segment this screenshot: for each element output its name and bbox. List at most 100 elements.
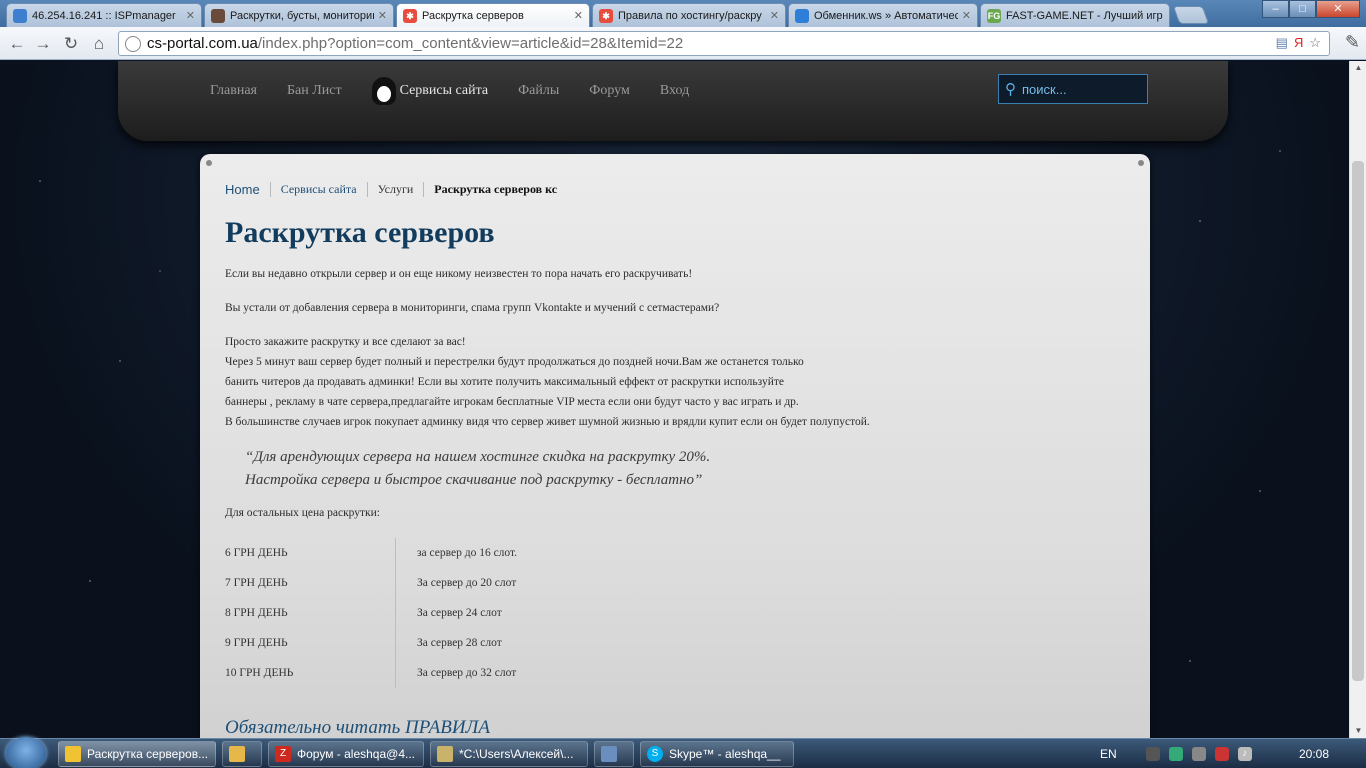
search-box[interactable]: ⚲ поиск... (998, 74, 1148, 104)
globe-icon (125, 35, 141, 52)
windows-taskbar: Раскрутка серверов... Z Форум - aleshqa@… (0, 737, 1366, 768)
browser-tab-1[interactable]: 46.254.16.241 :: ISPmanager ✕ (6, 3, 202, 27)
wrench-menu-icon[interactable]: ✎ (1345, 32, 1360, 53)
price-value: 6 ГРН ДЕНЬ (225, 547, 288, 559)
maximize-button[interactable]: □ (1289, 0, 1316, 18)
browser-tab-6[interactable]: FG FAST-GAME.NET - Лучший игр (980, 3, 1170, 27)
details-line: баннеры , рекламу в чате сервера,предлаг… (225, 396, 799, 408)
page-icon[interactable]: ▤ (1276, 35, 1288, 51)
filezilla-icon: Z (275, 746, 291, 762)
rivet-decoration (1138, 160, 1144, 166)
skype-icon: S (647, 746, 663, 762)
taskbar-item-network[interactable] (594, 741, 634, 767)
taskbar-label: *C:\Users\Алексей\... (459, 747, 574, 761)
steam-icon[interactable] (1145, 747, 1160, 761)
paragraph-details: Просто закажите раскрутку и все сделают … (225, 332, 955, 432)
paragraph-intro: Если вы недавно открыли сервер и он еще … (225, 268, 693, 280)
nav-item-forum[interactable]: Форум (589, 83, 630, 99)
paragraph-question: Вы устали от добавления сервера в монито… (225, 302, 720, 314)
close-window-button[interactable]: ✕ (1316, 0, 1360, 18)
network-app-icon (601, 746, 617, 762)
close-tab-icon[interactable]: ✕ (574, 9, 583, 22)
rivet-decoration (206, 160, 212, 166)
quote-line: “Для арендующих сервера на нашем хостинг… (245, 449, 711, 465)
volume-icon[interactable]: ♪ (1237, 747, 1252, 761)
nav-item-services-label: Сервисы сайта (399, 83, 489, 98)
folder-icon (229, 746, 245, 762)
breadcrumb-services[interactable]: Сервисы сайта (271, 182, 368, 197)
site-favicon-icon (211, 8, 225, 23)
clock[interactable]: 20:08 (1299, 747, 1329, 761)
breadcrumb: Home Сервисы сайта Услуги Раскрутка серв… (225, 182, 567, 197)
tab-label: Раскрутки, бусты, мониторинг (230, 9, 374, 22)
browser-tab-3-active[interactable]: ✱ Раскрутка серверов ✕ (396, 3, 590, 27)
nav-item-files[interactable]: Файлы (518, 83, 559, 99)
quote-line: Настройка сервера и быстрое скачивание п… (245, 472, 703, 488)
scroll-down-arrow-icon[interactable]: ▼ (1350, 724, 1366, 738)
nav-item-banlist[interactable]: Бан Лист (287, 83, 342, 99)
yandex-icon[interactable]: Я (1294, 35, 1303, 51)
browser-tab-4[interactable]: ✱ Правила по хостингу/раскру ✕ (592, 3, 786, 27)
details-line: В большинстве случаев игрок покупает адм… (225, 416, 870, 428)
taskbar-item-explorer[interactable] (222, 741, 262, 767)
price-description: За сервер 24 слот (395, 598, 502, 628)
close-tab-icon[interactable]: ✕ (962, 9, 971, 22)
price-row: 6 ГРН ДЕНЬ за сервер до 16 слот. (225, 538, 517, 568)
breadcrumb-uslugi[interactable]: Услуги (368, 182, 425, 197)
tray-app-icon[interactable] (1168, 747, 1183, 761)
tray-app-icon[interactable] (1191, 747, 1206, 761)
system-tray: EN ♪ (1100, 739, 1252, 768)
close-tab-icon[interactable]: ✕ (378, 9, 387, 22)
breadcrumb-home[interactable]: Home (225, 182, 271, 197)
forward-arrow-icon[interactable]: → (32, 33, 54, 55)
bookmark-star-icon[interactable]: ☆ (1309, 35, 1321, 51)
price-table: 6 ГРН ДЕНЬ за сервер до 16 слот. 7 ГРН Д… (225, 538, 517, 688)
url-host: cs-portal.com.ua (147, 35, 258, 52)
home-icon[interactable]: ⌂ (88, 33, 110, 55)
price-description: за сервер до 16 слот. (395, 538, 517, 568)
price-description: За сервер 28 слот (395, 628, 502, 658)
new-tab-button[interactable] (1172, 6, 1210, 24)
taskbar-item-notepad[interactable]: *C:\Users\Алексей\... (430, 741, 588, 767)
article-body: Если вы недавно открыли сервер и он еще … (225, 264, 955, 446)
browser-tab-5[interactable]: Обменник.ws » Автоматичес ✕ (788, 3, 978, 27)
price-description: За сервер до 32 слот (395, 658, 516, 688)
price-row: 9 ГРН ДЕНЬ За сервер 28 слот (225, 628, 517, 658)
close-tab-icon[interactable]: ✕ (186, 9, 195, 22)
details-line: Просто закажите раскрутку и все сделают … (225, 336, 466, 348)
taskbar-label: Раскрутка серверов... (87, 747, 209, 761)
nav-item-login[interactable]: Вход (660, 83, 689, 99)
price-row: 7 ГРН ДЕНЬ За сервер до 20 слот (225, 568, 517, 598)
browser-app-icon (65, 746, 81, 762)
tray-app-icon[interactable] (1214, 747, 1229, 761)
browser-tab-2[interactable]: Раскрутки, бусты, мониторинг ✕ (204, 3, 394, 27)
taskbar-item-browser[interactable]: Раскрутка серверов... (58, 741, 216, 767)
joomla-favicon-icon: ✱ (599, 8, 613, 23)
nav-item-home[interactable]: Главная (210, 83, 257, 99)
close-tab-icon[interactable]: ✕ (770, 9, 779, 22)
taskbar-item-filezilla[interactable]: Z Форум - aleshqa@4... (268, 741, 424, 767)
search-icon: ⚲ (1005, 81, 1016, 98)
scrollbar-thumb[interactable] (1352, 161, 1364, 681)
tab-label: Правила по хостингу/раскру (618, 9, 762, 22)
reload-icon[interactable]: ↻ (60, 33, 82, 55)
price-description: За сервер до 20 слот (395, 568, 516, 598)
exchanger-favicon-icon (795, 8, 809, 23)
language-indicator[interactable]: EN (1100, 747, 1117, 761)
page-title: Раскрутка серверов (225, 216, 495, 249)
search-placeholder[interactable]: поиск... (1022, 82, 1067, 97)
rules-link[interactable]: Обязательно читать ПРАВИЛА (225, 717, 490, 738)
price-value: 9 ГРН ДЕНЬ (225, 637, 288, 649)
back-arrow-icon[interactable]: ← (6, 33, 28, 55)
price-row: 10 ГРН ДЕНЬ За сервер до 32 слот (225, 658, 517, 688)
minimize-button[interactable]: – (1262, 0, 1289, 18)
window-controls: – □ ✕ (1262, 0, 1360, 18)
main-nav: Главная Бан Лист Сервисы сайта Файлы Фор… (210, 77, 689, 105)
scroll-up-arrow-icon[interactable]: ▲ (1350, 61, 1366, 75)
start-button[interactable] (6, 737, 46, 768)
page-scrollbar[interactable]: ▲ ▼ (1349, 61, 1366, 738)
address-bar[interactable]: cs-portal.com.ua /index.php?option=com_c… (118, 31, 1330, 56)
taskbar-item-skype[interactable]: S Skype™ - aleshqa__ (640, 741, 794, 767)
discount-quote: “Для арендующих сервера на нашем хостинг… (245, 446, 710, 492)
nav-item-services[interactable]: Сервисы сайта (371, 77, 489, 105)
